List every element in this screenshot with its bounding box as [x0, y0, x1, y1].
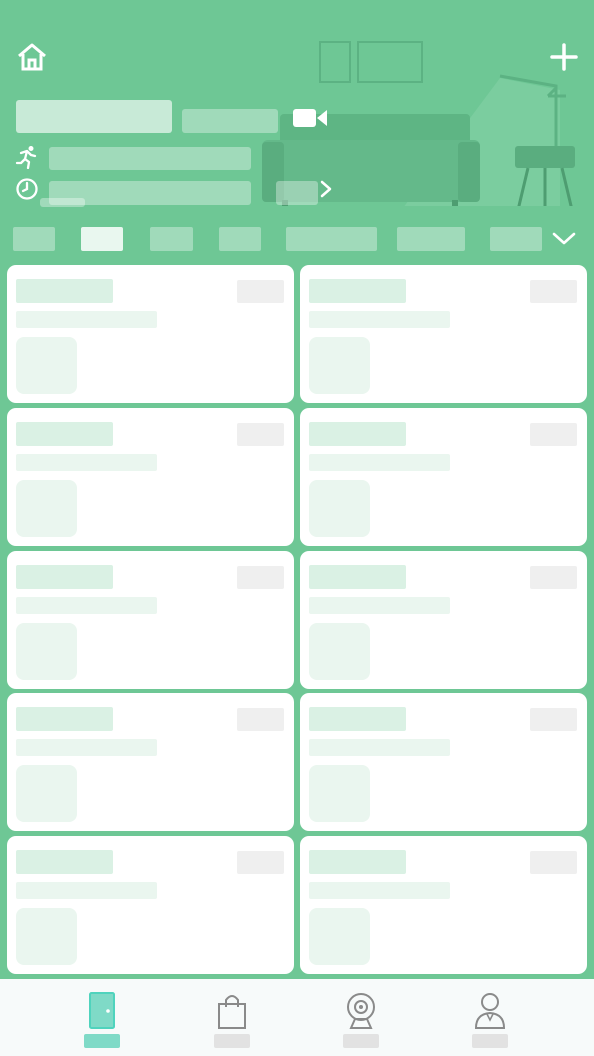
device-status-placeholder	[530, 708, 577, 731]
device-card[interactable]	[7, 836, 294, 974]
room-tab[interactable]	[286, 227, 377, 251]
device-status-placeholder	[237, 280, 284, 303]
device-room-placeholder	[16, 597, 157, 614]
device-card[interactable]	[7, 551, 294, 689]
shopping-bag-icon	[218, 995, 246, 1029]
device-room-placeholder	[309, 739, 450, 756]
device-icon-placeholder	[16, 623, 77, 680]
plus-icon	[550, 43, 578, 71]
chevron-down-icon	[552, 232, 576, 245]
device-card[interactable]	[7, 408, 294, 546]
home-icon	[18, 43, 46, 71]
bottom-navigation-bar	[0, 979, 594, 1056]
device-status-placeholder	[237, 708, 284, 731]
device-icon-placeholder	[309, 908, 370, 965]
wall-frame-small	[319, 41, 351, 83]
device-name-placeholder	[309, 707, 406, 731]
device-icon-placeholder	[309, 480, 370, 537]
more-link-placeholder[interactable]	[276, 181, 318, 205]
device-card[interactable]	[300, 836, 587, 974]
device-status-placeholder	[530, 851, 577, 874]
device-name-placeholder	[16, 850, 113, 874]
room-tab[interactable]	[150, 227, 193, 251]
device-icon-placeholder	[16, 765, 77, 822]
wall-frame-large	[357, 41, 423, 83]
nav-home-icon-wrap	[85, 991, 119, 1031]
device-room-placeholder	[16, 311, 157, 328]
device-card[interactable]	[300, 693, 587, 831]
device-icon-placeholder	[16, 480, 77, 537]
nav-tab-camera[interactable]	[287, 979, 435, 1056]
nav-mall-label-placeholder	[214, 1034, 250, 1048]
device-name-placeholder	[16, 707, 113, 731]
nav-tab-profile[interactable]	[416, 979, 564, 1056]
device-name-placeholder	[309, 565, 406, 589]
device-status-placeholder	[237, 423, 284, 446]
room-tab[interactable]	[490, 227, 542, 251]
add-device-button[interactable]	[545, 38, 583, 76]
device-icon-placeholder	[309, 623, 370, 680]
room-tab-selected[interactable]	[81, 227, 123, 251]
device-name-placeholder	[16, 565, 113, 589]
device-card[interactable]	[7, 265, 294, 403]
nav-tab-mall[interactable]	[158, 979, 306, 1056]
device-card[interactable]	[7, 693, 294, 831]
video-camera-icon	[293, 109, 327, 127]
device-status-placeholder	[237, 566, 284, 589]
device-card[interactable]	[300, 551, 587, 689]
nav-profile-icon-wrap	[473, 991, 507, 1031]
chevron-right-icon	[320, 180, 332, 198]
device-status-placeholder	[530, 566, 577, 589]
home-button[interactable]	[14, 40, 50, 74]
expand-tabs-button[interactable]	[548, 224, 580, 252]
home-name-placeholder	[16, 100, 172, 133]
activity-indicator	[14, 144, 40, 170]
nav-tab-home[interactable]	[28, 979, 176, 1056]
nav-mall-icon-wrap	[215, 991, 249, 1031]
device-room-placeholder	[309, 311, 450, 328]
schedule-underline-placeholder	[40, 198, 85, 207]
door-icon	[89, 992, 115, 1029]
side-table-top	[515, 146, 575, 168]
device-icon-placeholder	[16, 908, 77, 965]
sofa-arm-right	[458, 142, 480, 202]
device-name-placeholder	[309, 850, 406, 874]
device-room-placeholder	[309, 454, 450, 471]
device-icon-placeholder	[309, 337, 370, 394]
schedule-indicator	[14, 176, 40, 202]
device-room-placeholder	[16, 882, 157, 899]
device-icon-placeholder	[309, 765, 370, 822]
device-name-placeholder	[309, 279, 406, 303]
room-tab[interactable]	[397, 227, 465, 251]
room-tab[interactable]	[13, 227, 55, 251]
device-name-placeholder	[16, 422, 113, 446]
nav-profile-label-placeholder	[472, 1034, 508, 1048]
device-icon-placeholder	[16, 337, 77, 394]
webcam-icon	[347, 993, 375, 1029]
weather-placeholder	[182, 109, 278, 133]
camera-button[interactable]	[292, 105, 328, 131]
running-person-icon	[15, 146, 37, 169]
more-link-arrow[interactable]	[316, 178, 336, 200]
nav-home-label-placeholder	[84, 1034, 120, 1048]
device-status-placeholder	[530, 423, 577, 446]
device-room-placeholder	[309, 597, 450, 614]
device-room-placeholder	[16, 454, 157, 471]
device-name-placeholder	[16, 279, 113, 303]
nav-camera-label-placeholder	[343, 1034, 379, 1048]
clock-icon	[16, 178, 38, 200]
device-status-placeholder	[237, 851, 284, 874]
room-tab[interactable]	[219, 227, 261, 251]
device-status-placeholder	[530, 280, 577, 303]
device-room-placeholder	[309, 882, 450, 899]
device-card[interactable]	[300, 408, 587, 546]
user-profile-icon	[474, 993, 506, 1029]
home-header	[0, 0, 594, 212]
activity-status-placeholder	[49, 147, 251, 170]
nav-camera-icon-wrap	[344, 991, 378, 1031]
device-card[interactable]	[300, 265, 587, 403]
device-room-placeholder	[16, 739, 157, 756]
device-name-placeholder	[309, 422, 406, 446]
